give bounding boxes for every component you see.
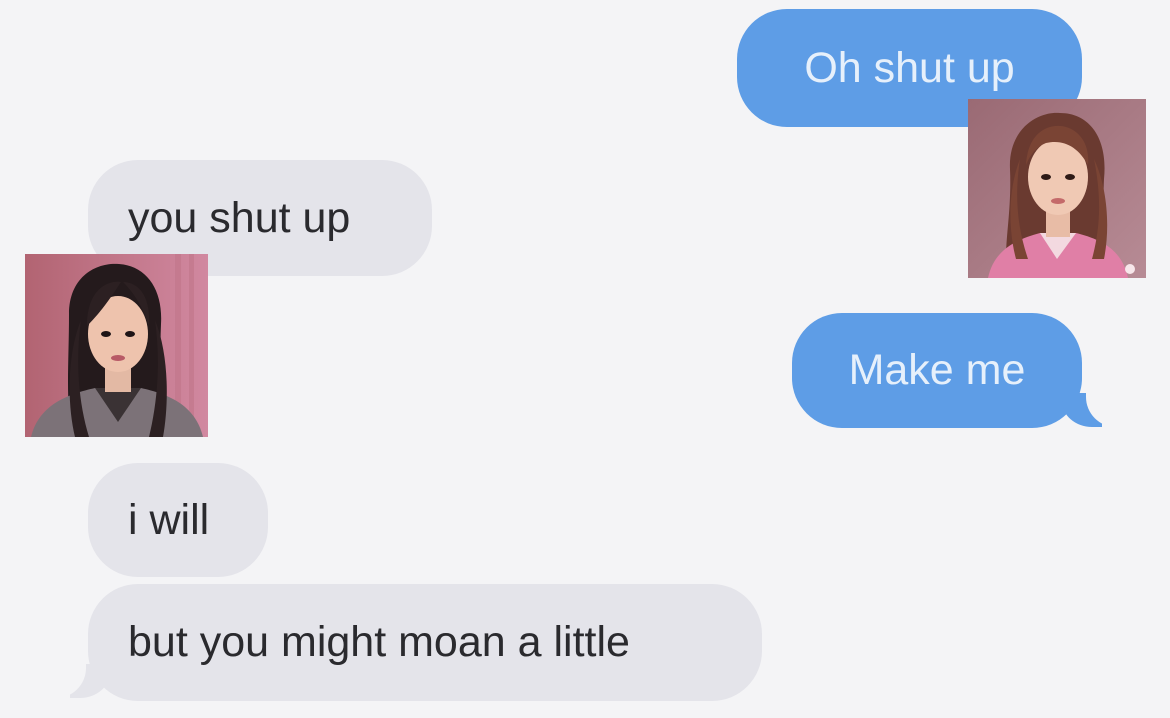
message-text: but you might moan a little <box>128 618 630 666</box>
chat-screen: Oh shut up you shut up Make me i will bu… <box>0 0 1170 718</box>
woman-portrait-icon <box>968 99 1146 278</box>
avatar-left[interactable] <box>25 254 208 437</box>
message-bubble-incoming[interactable]: i will <box>88 463 268 577</box>
avatar-right[interactable] <box>968 99 1146 278</box>
message-text: Make me <box>848 346 1026 394</box>
message-bubble-incoming[interactable]: but you might moan a little <box>88 584 762 701</box>
message-text: Oh shut up <box>804 43 1015 92</box>
message-text: i will <box>128 495 210 544</box>
message-bubble-outgoing[interactable]: Make me <box>792 313 1082 428</box>
woman-portrait-icon <box>25 254 208 437</box>
bubble-tail <box>1062 387 1126 427</box>
message-text: you shut up <box>128 193 351 242</box>
bubble-tail <box>46 658 110 698</box>
